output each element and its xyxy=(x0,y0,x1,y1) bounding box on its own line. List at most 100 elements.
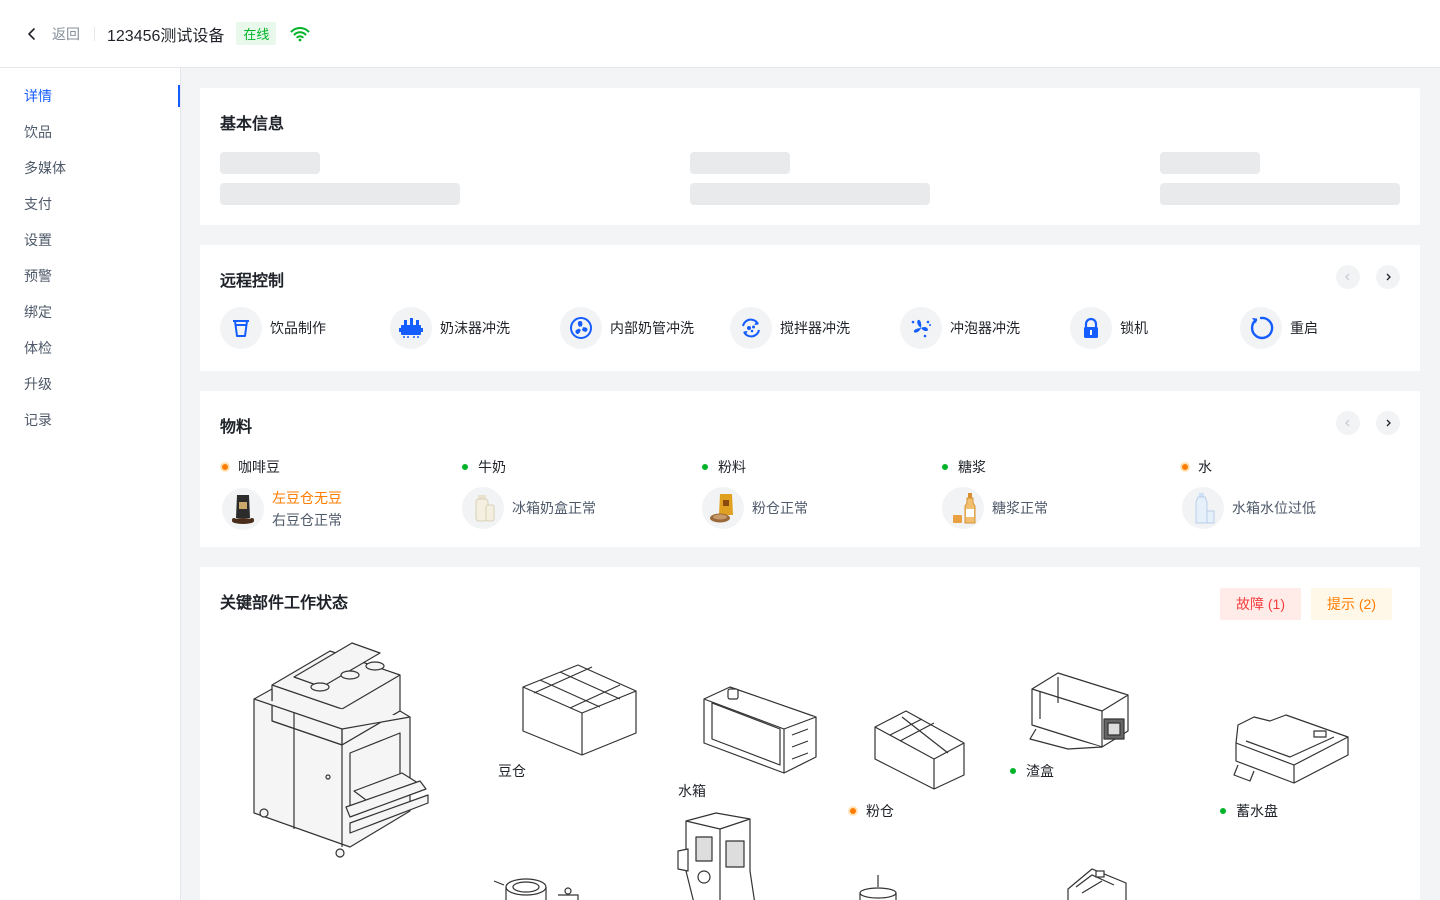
back-label: 返回 xyxy=(52,25,80,42)
material-coffee-beans: 咖啡豆 左豆仓无豆 右豆仓正常 xyxy=(222,457,342,531)
back-button[interactable]: 返回 xyxy=(24,24,80,44)
skeleton-value xyxy=(690,183,930,205)
sidebar-item-upgrade[interactable]: 升级 xyxy=(0,366,180,402)
prev-page-button[interactable] xyxy=(1336,411,1360,435)
part-label-powder-hopper: 粉仓 xyxy=(850,801,894,821)
sidebar: 详情 饮品 多媒体 支付 设置 预警 绑定 体检 升级 记录 xyxy=(0,68,181,900)
header-divider xyxy=(94,26,95,41)
status-dot-ok xyxy=(1220,808,1226,814)
sidebar-item-checkup[interactable]: 体检 xyxy=(0,330,180,366)
water-bottle-icon xyxy=(1182,487,1224,529)
materials-title: 物料 xyxy=(220,419,253,436)
fault-filter-button[interactable]: 故障 (1) xyxy=(1220,588,1301,620)
control-label: 搅拌器冲洗 xyxy=(780,320,850,336)
chevron-left-icon xyxy=(1345,419,1350,427)
chevron-right-icon xyxy=(1386,273,1391,281)
syrup-bottle-icon xyxy=(942,487,984,529)
material-powder: 粉料 粉仓正常 xyxy=(702,457,808,529)
material-status-line: 冰箱奶盒正常 xyxy=(512,500,596,516)
water-tank-image xyxy=(700,685,820,780)
chevron-right-icon xyxy=(1386,419,1391,427)
control-milk-pipe-rinse[interactable]: 内部奶管冲洗 xyxy=(560,307,694,349)
material-name: 粉料 xyxy=(718,459,746,475)
sidebar-item-payment[interactable]: 支付 xyxy=(0,186,180,222)
materials-card: 物料 咖啡豆 左豆仓无豆 右豆仓正常 牛奶 冰箱奶盒正常 粉料 粉仓正常 糖浆 … xyxy=(200,391,1420,547)
control-label: 饮品制作 xyxy=(270,320,326,336)
sidebar-item-media[interactable]: 多媒体 xyxy=(0,150,180,186)
next-page-button[interactable] xyxy=(1376,265,1400,289)
remote-control-pager xyxy=(1336,265,1400,289)
sidebar-item-drinks[interactable]: 饮品 xyxy=(0,114,180,150)
top-header: 返回 123456测试设备 在线 xyxy=(0,0,1440,68)
status-badge: 在线 xyxy=(236,22,277,45)
sidebar-item-records[interactable]: 记录 xyxy=(0,402,180,438)
status-dot-ok xyxy=(942,464,948,470)
basic-info-card: 基本信息 xyxy=(200,88,1420,225)
bean-hopper-image xyxy=(520,663,640,761)
cup-icon xyxy=(220,307,262,349)
prev-page-button[interactable] xyxy=(1336,265,1360,289)
drip-tray-image xyxy=(1230,713,1352,792)
material-name: 水 xyxy=(1198,459,1212,475)
material-syrup: 糖浆 糖浆正常 xyxy=(942,457,1048,529)
sidebar-item-details[interactable]: 详情 xyxy=(0,78,180,114)
powder-hopper-image xyxy=(872,709,968,794)
components-card: 关键部件工作状态 故障 (1) 提示 (2) 豆仓 水箱 粉仓 渣盒 蓄水盘 xyxy=(200,567,1420,900)
skeleton-label xyxy=(220,152,320,174)
control-brewer-rinse[interactable]: 冲泡器冲洗 xyxy=(900,307,1020,349)
powder-bag-icon xyxy=(702,487,744,529)
control-restart[interactable]: 重启 xyxy=(1240,307,1318,349)
part-label: 蓄水盘 xyxy=(1236,803,1278,819)
control-milk-frother-rinse[interactable]: 奶沫器冲洗 xyxy=(390,307,510,349)
chevron-left-icon xyxy=(28,27,35,40)
control-mixer-rinse[interactable]: 搅拌器冲洗 xyxy=(730,307,850,349)
skeleton-value xyxy=(1160,183,1400,205)
grounds-box-image xyxy=(1028,669,1132,754)
material-name: 咖啡豆 xyxy=(238,459,280,475)
control-label: 内部奶管冲洗 xyxy=(610,320,694,336)
part-label: 粉仓 xyxy=(866,803,894,819)
status-dot-ok xyxy=(702,464,708,470)
device-name: 123456测试设备 xyxy=(107,27,225,45)
material-status-line: 左豆仓无豆 xyxy=(272,490,342,506)
material-status-line: 水箱水位过低 xyxy=(1232,500,1316,516)
wifi-icon xyxy=(290,26,310,42)
part-label-drip-tray: 蓄水盘 xyxy=(1220,801,1278,821)
coffee-machine-image xyxy=(250,641,430,864)
control-label: 奶沫器冲洗 xyxy=(440,320,510,336)
status-dot-warning xyxy=(850,808,856,814)
brewer-unit-image xyxy=(676,811,762,900)
milk-bottle-icon xyxy=(462,487,504,529)
status-dot-warning xyxy=(222,464,228,470)
tip-filter-button[interactable]: 提示 (2) xyxy=(1311,588,1392,620)
chevron-left-icon xyxy=(1345,273,1350,281)
skeleton-label xyxy=(1160,152,1260,174)
fan-icon xyxy=(560,307,602,349)
control-lock[interactable]: 锁机 xyxy=(1070,307,1148,349)
status-dot-warning xyxy=(1182,464,1188,470)
sidebar-item-binding[interactable]: 绑定 xyxy=(0,294,180,330)
control-label: 锁机 xyxy=(1120,320,1148,336)
sidebar-item-settings[interactable]: 设置 xyxy=(0,222,180,258)
status-dot-ok xyxy=(462,464,468,470)
control-label: 冲泡器冲洗 xyxy=(950,320,1020,336)
control-board-image xyxy=(1062,865,1132,900)
remote-control-card: 远程控制 饮品制作 奶沫器冲洗 内部奶管冲洗 搅拌器冲洗 冲泡器冲洗 锁机 重启 xyxy=(200,245,1420,371)
material-water: 水 水箱水位过低 xyxy=(1182,457,1316,529)
restart-icon xyxy=(1240,307,1282,349)
basic-info-title: 基本信息 xyxy=(220,116,285,133)
brewer-rinse-icon xyxy=(900,307,942,349)
part-label: 渣盒 xyxy=(1026,763,1054,779)
skeleton-label xyxy=(690,152,790,174)
skeleton-value xyxy=(220,183,460,205)
grinder-image xyxy=(490,869,586,900)
material-name: 牛奶 xyxy=(478,459,506,475)
part-label-bean-hopper: 豆仓 xyxy=(498,761,526,781)
material-name: 糖浆 xyxy=(958,459,986,475)
material-status-line: 粉仓正常 xyxy=(752,500,808,516)
sidebar-item-alerts[interactable]: 预警 xyxy=(0,258,180,294)
next-page-button[interactable] xyxy=(1376,411,1400,435)
mixer-motor-image xyxy=(856,873,900,900)
lock-icon xyxy=(1070,307,1112,349)
control-drink-make[interactable]: 饮品制作 xyxy=(220,307,326,349)
